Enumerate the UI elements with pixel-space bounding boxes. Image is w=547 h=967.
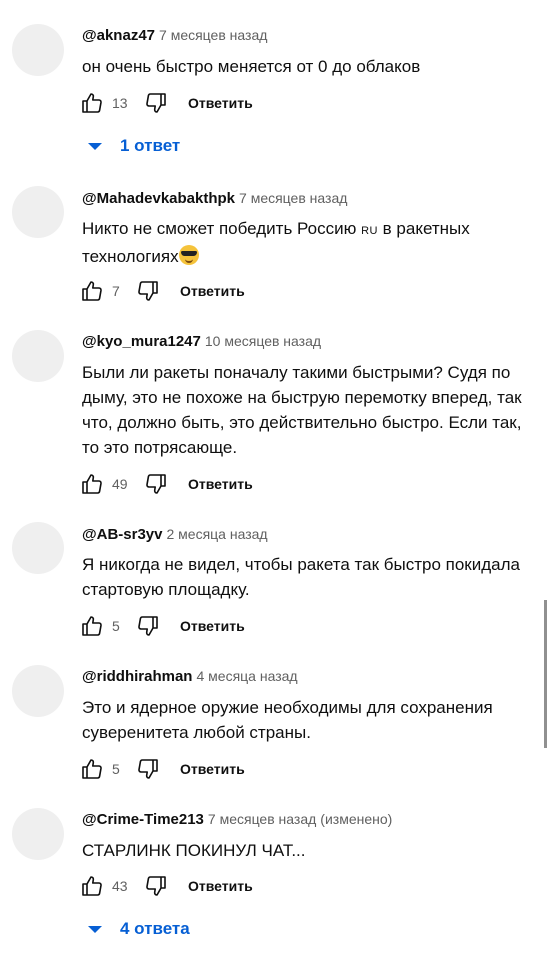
comment-text: Я никогда не видел, чтобы ракета так быс… (82, 555, 520, 599)
reply-button[interactable]: Ответить (180, 618, 245, 634)
like-count: 7 (112, 283, 120, 299)
comment-text: он очень быстро меняется от 0 до облаков (82, 57, 421, 76)
comment-text: Это и ядерное оружие необходимы для сохр… (82, 698, 493, 742)
dislike-icon[interactable] (134, 755, 162, 783)
like-icon[interactable] (78, 755, 106, 783)
reply-button[interactable]: Ответить (188, 878, 253, 894)
avatar[interactable] (12, 330, 64, 382)
like-count: 49 (112, 476, 128, 492)
comment-time[interactable]: 2 месяца назад (167, 526, 268, 542)
avatar[interactable] (12, 24, 64, 76)
comment-author[interactable]: @Mahadevkabakthpk (82, 190, 235, 207)
comment-time[interactable]: 4 месяца назад (196, 668, 297, 684)
like-count: 43 (112, 878, 128, 894)
comment-text: Были ли ракеты поначалу такими быстрыми?… (82, 363, 522, 457)
like-count: 13 (112, 95, 128, 111)
dislike-icon[interactable] (142, 470, 170, 498)
comment-text: СТАРЛИНК ПОКИНУЛ ЧАТ... (82, 841, 306, 860)
like-count: 5 (112, 761, 120, 777)
dislike-icon[interactable] (142, 872, 170, 900)
reply-button[interactable]: Ответить (180, 283, 245, 299)
like-icon[interactable] (78, 872, 106, 900)
dislike-icon[interactable] (142, 89, 170, 117)
comment-text-part: Никто не сможет победить Россию (82, 219, 362, 238)
replies-label: 4 ответа (120, 919, 190, 938)
like-icon[interactable] (78, 277, 106, 305)
avatar[interactable] (12, 186, 64, 238)
edited-label: (изменено) (320, 811, 393, 827)
dislike-icon[interactable] (134, 277, 162, 305)
comment-time[interactable]: 7 месяцев назад (159, 27, 267, 43)
reply-button[interactable]: Ответить (180, 761, 245, 777)
reply-button[interactable]: Ответить (188, 476, 253, 492)
replies-label: 1 ответ (120, 136, 181, 155)
chevron-down-icon (88, 925, 102, 933)
comment-author[interactable]: @kyo_mura1247 (82, 333, 201, 350)
comment-time[interactable]: 7 месяцев назад (239, 190, 347, 206)
comment-author[interactable]: @AB-sr3yv (82, 526, 163, 543)
comment-author[interactable]: @Crime-Time213 (82, 811, 204, 828)
comment-text: Никто не сможет победить Россию RU в рак… (82, 216, 502, 269)
show-replies-button[interactable]: 1 ответ (88, 136, 180, 156)
reply-button[interactable]: Ответить (188, 95, 253, 111)
show-replies-button[interactable]: 4 ответа (88, 919, 190, 939)
flag-ru-tag: RU (361, 225, 378, 237)
comment-author[interactable]: @riddhirahman (82, 668, 192, 685)
sunglasses-emoji-icon (178, 245, 199, 265)
like-icon[interactable] (78, 470, 106, 498)
like-icon[interactable] (78, 89, 106, 117)
comment-time[interactable]: 7 месяцев назад (208, 811, 316, 827)
comment-time[interactable]: 10 месяцев назад (205, 333, 321, 349)
avatar[interactable] (12, 522, 64, 574)
like-count: 5 (112, 618, 120, 634)
chevron-down-icon (88, 142, 102, 150)
comment-author[interactable]: @aknaz47 (82, 27, 155, 44)
like-icon[interactable] (78, 612, 106, 640)
avatar[interactable] (12, 665, 64, 717)
dislike-icon[interactable] (134, 612, 162, 640)
avatar[interactable] (12, 808, 64, 860)
